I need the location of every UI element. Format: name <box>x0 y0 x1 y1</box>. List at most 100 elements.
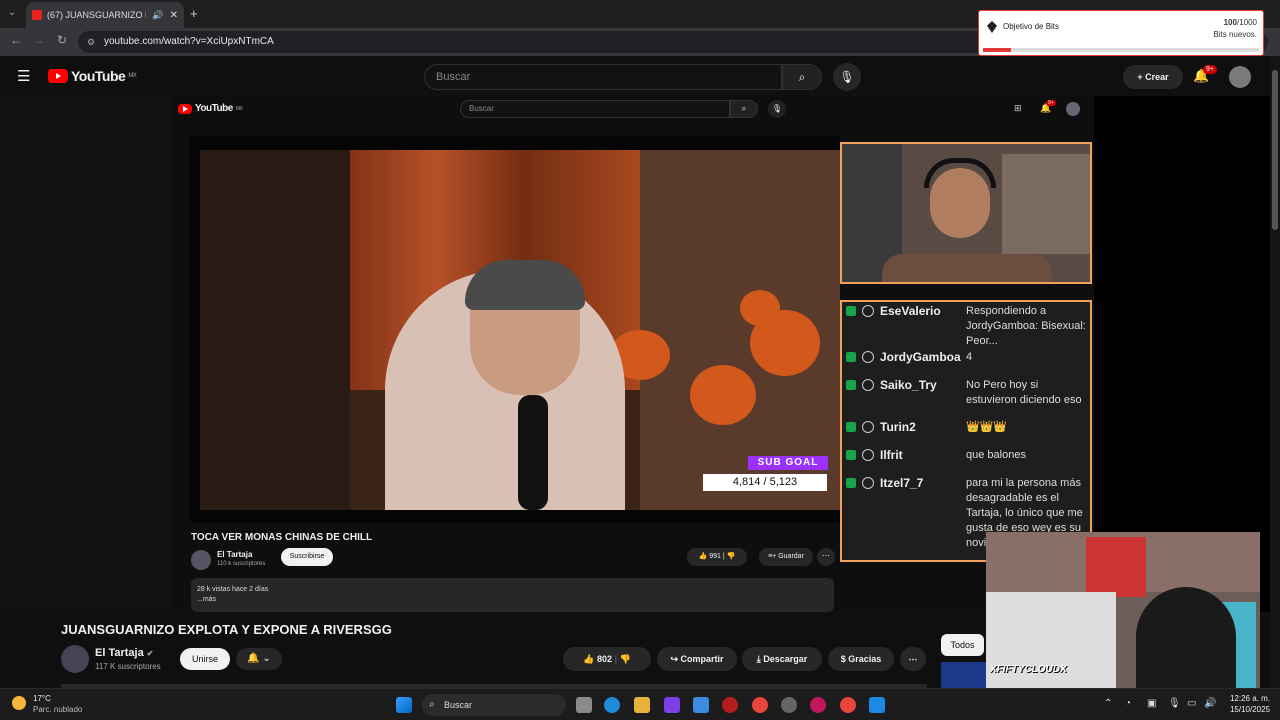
bits-goal-counter: 100/1000 Bits nuevos. <box>1213 17 1257 41</box>
join-button[interactable]: Unirse <box>180 648 230 670</box>
chat-message-text: 4 <box>966 351 973 363</box>
forward-icon[interactable]: → <box>33 33 45 47</box>
opera-icon[interactable] <box>810 697 826 713</box>
account-avatar[interactable] <box>1229 66 1251 88</box>
chrome-icon[interactable] <box>752 697 768 713</box>
scrollbar-thumb[interactable] <box>1272 70 1278 230</box>
speaker-icon[interactable]: 🔊 <box>152 10 163 21</box>
region-code: MX <box>128 73 137 79</box>
pumpkin-4 <box>740 290 780 326</box>
youtube-header: ☰ YouTube MX Buscar ⌕ 🎙 + Crear 🔔 9+ <box>0 56 1280 96</box>
logo-text: YouTube <box>71 68 126 84</box>
tray-app-icon-2[interactable]: ▣ <box>1147 698 1156 709</box>
app-icon-blue[interactable] <box>693 697 709 713</box>
create-label: Crear <box>1145 72 1169 82</box>
inner-channel-avatar <box>191 550 211 570</box>
menu-icon[interactable]: ☰ <box>17 67 30 85</box>
app-icon-red[interactable] <box>722 697 738 713</box>
player-left-dark-area <box>0 96 190 612</box>
inner-save-label: Guardar <box>778 553 804 560</box>
chat-username: Itzel7_7 <box>880 476 924 490</box>
voice-search-button[interactable]: 🎙 <box>833 63 861 91</box>
app-icon-f[interactable] <box>869 697 885 713</box>
site-info-icon[interactable]: ⚙ <box>87 31 95 53</box>
chat-username: Saiko_Try <box>880 378 937 392</box>
notification-bell-button[interactable]: 🔔 ⌄ <box>236 648 282 670</box>
close-tab-icon[interactable]: ✕ <box>170 10 178 21</box>
search-input[interactable]: Buscar <box>424 64 782 90</box>
back-icon[interactable]: ← <box>10 33 22 47</box>
chat-user-icon <box>862 449 874 461</box>
weather-condition: Parc. nublado <box>33 705 83 714</box>
chat-user-icon <box>862 421 874 433</box>
windows-start-icon[interactable] <box>396 697 412 713</box>
edge-icon[interactable] <box>604 697 620 713</box>
volume-icon[interactable]: 🔊 <box>1204 698 1216 709</box>
mic-tray-icon[interactable]: 🎙 <box>1168 698 1181 709</box>
sub-goal-label: SUB GOAL <box>748 456 828 470</box>
download-button[interactable]: ⤓ Descargar <box>742 647 822 671</box>
mic-icon: 🎙 <box>839 70 855 84</box>
recommended-thumbnail[interactable] <box>941 662 986 688</box>
inner-like-pill: 👍 991 | 👎 <box>687 548 747 566</box>
tray-app-icon[interactable]: ◔ <box>1125 698 1131 709</box>
weather-widget[interactable]: 17°C Parc. nublado <box>12 693 82 715</box>
channel-name[interactable]: El Tartaja ✔ <box>95 647 153 659</box>
system-clock[interactable]: 12:26 a. m. 15/10/2025 <box>1226 693 1270 715</box>
tray-overflow-icon[interactable]: ⌃ <box>1104 698 1112 709</box>
verified-icon: ✔ <box>146 649 154 658</box>
reload-icon[interactable]: ↻ <box>57 33 67 47</box>
bits-progress-bar <box>983 48 1259 52</box>
chat-message-text: 👑👑👑 <box>966 421 1008 433</box>
browser-tab[interactable]: (67) JUANSGUARNIZO EXPL 🔊 ✕ <box>26 2 184 28</box>
inner-video-title: TOCA VER MONAS CHINAS DE CHILL <box>191 532 373 543</box>
bits-goal: /1000 <box>1236 18 1257 27</box>
inner-create-icon: ⊞ <box>1014 103 1022 113</box>
chrome-icon-2[interactable] <box>840 697 856 713</box>
chat-badge-icon <box>846 352 856 362</box>
cam-shelf <box>1002 154 1090 254</box>
chat-username: JordyGamboa <box>880 350 961 364</box>
download-label: Descargar <box>763 654 808 664</box>
thanks-icon: $ <box>840 654 846 664</box>
thanks-button[interactable]: $ Gracias <box>828 647 894 671</box>
webcam2-person <box>1136 587 1236 688</box>
chat-user-icon <box>862 379 874 391</box>
app-icon-grey[interactable] <box>781 697 797 713</box>
download-icon: ⤓ <box>756 654 761 664</box>
youtube-logo[interactable]: YouTube MX <box>48 68 137 84</box>
new-tab-icon[interactable]: + <box>190 6 198 21</box>
youtube-play-icon <box>48 69 68 83</box>
chat-username: Turin2 <box>880 420 916 434</box>
task-view-icon[interactable] <box>576 697 592 713</box>
network-icon[interactable]: ▭ <box>1187 698 1196 709</box>
bits-goal-label: Objetivo de Bits <box>1003 22 1060 31</box>
channel-avatar[interactable] <box>61 645 89 673</box>
more-actions-button[interactable]: ⋯ <box>900 647 926 671</box>
taskbar-search-icon: ⌕ <box>429 699 435 710</box>
dislike-icon[interactable]: 👎 <box>620 654 631 664</box>
chat-badge-icon <box>846 478 856 488</box>
inner-desc-line1: 28 k vistas hace 2 días <box>197 586 269 593</box>
tab-list-icon[interactable]: ⌄ <box>8 7 16 18</box>
taskbar-search[interactable]: ⌕ Buscar <box>422 694 566 716</box>
create-button[interactable]: + Crear <box>1123 65 1183 89</box>
cam-headphones <box>924 158 996 188</box>
webcam2-flag <box>1086 537 1146 597</box>
share-button[interactable]: ↪ Compartir <box>657 647 737 671</box>
search-button[interactable]: ⌕ <box>782 64 822 90</box>
inner-region: MX <box>235 105 243 112</box>
inner-mic-icon: 🎙 <box>768 100 786 118</box>
file-explorer-icon[interactable] <box>634 697 650 713</box>
clock-date: 15/10/2025 <box>1229 705 1270 714</box>
inner-save-pill: ≡+ Guardar <box>759 548 813 566</box>
filter-chip-all[interactable]: Todos <box>941 634 984 656</box>
inner-search-input: Buscar <box>460 100 730 118</box>
affinity-icon[interactable] <box>664 697 680 713</box>
bits-current: 100 <box>1223 18 1237 27</box>
inner-more-icon: ⋯ <box>817 548 835 566</box>
stream-microphone <box>518 395 548 510</box>
like-dislike-pill: 👍 802 | 👎 <box>563 647 651 671</box>
like-button[interactable]: 👍 802 <box>583 654 612 664</box>
stream-video-frame: SUB GOAL 4,814 / 5,123 <box>200 150 840 510</box>
